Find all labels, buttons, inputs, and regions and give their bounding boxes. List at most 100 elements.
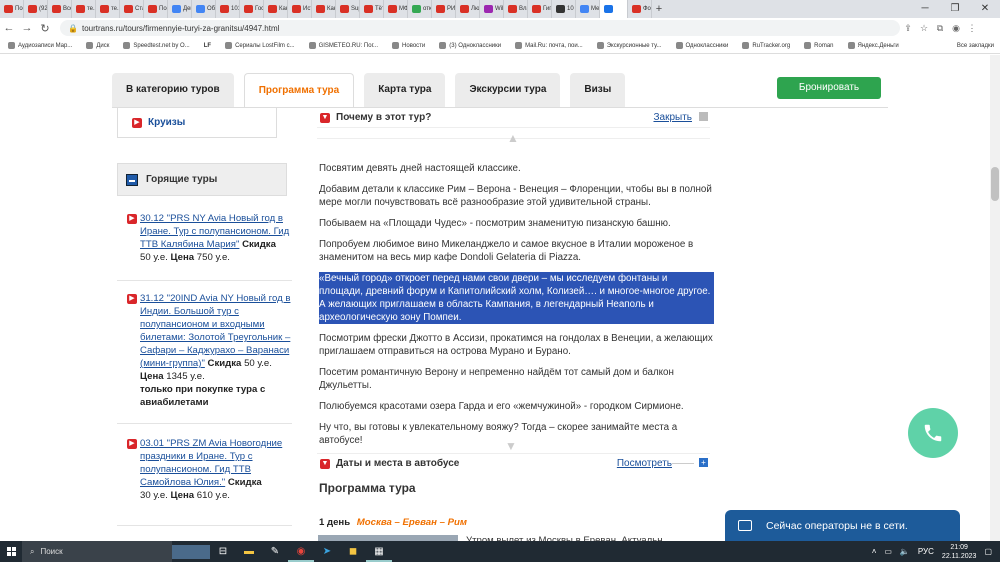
why-tour-header[interactable]: ▼ Почему в этот тур? Закрыть — [317, 108, 710, 128]
browser-tab[interactable]: Все — [48, 0, 72, 18]
browser-tab[interactable]: РИ — [432, 0, 456, 18]
bookmark-item[interactable]: Mail.Ru: почта, пои... — [515, 42, 583, 49]
bookmark-item[interactable]: Speedtest.net by O... — [123, 42, 190, 49]
close-window-icon[interactable]: ✕ — [970, 0, 1000, 18]
network-icon[interactable]: ▭ — [884, 547, 892, 556]
tab-excursions[interactable]: Экскурсии тура — [455, 73, 561, 107]
bookmark-item[interactable]: Экскурсионные ту... — [596, 42, 662, 49]
extensions-icon[interactable]: ⧉ — [932, 23, 948, 34]
bookmark-icon — [596, 42, 604, 49]
browser-tab[interactable]: Гос — [240, 0, 264, 18]
call-button[interactable] — [908, 408, 958, 458]
bookmark-item[interactable]: Сериалы LostFilm с... — [225, 42, 295, 49]
bookmark-item[interactable]: Roman — [804, 42, 834, 49]
browser-tab[interactable]: те.1 — [72, 0, 96, 18]
browser-tab[interactable] — [600, 0, 628, 18]
tab-program[interactable]: Программа тура — [243, 73, 355, 107]
chrome-icon[interactable]: ◉ — [288, 541, 314, 562]
browser-tab[interactable]: Ме — [576, 0, 600, 18]
bookmark-star-icon[interactable]: ☆ — [916, 23, 932, 34]
url-input[interactable]: 🔒 tourtrans.ru/tours/firmennyie-turyi-za… — [60, 20, 900, 36]
browser-tab[interactable]: Пос — [144, 0, 168, 18]
clock[interactable]: 21:09 22.11.2023 — [942, 543, 977, 561]
bookmark-item[interactable]: (3) Одноклассники — [439, 42, 501, 49]
browser-tab[interactable]: Фо — [628, 0, 652, 18]
share-icon[interactable]: ⇪ — [900, 23, 916, 34]
tab-visas[interactable]: Визы — [570, 73, 626, 107]
app-icon[interactable]: ✎ — [262, 541, 288, 562]
weather-widget[interactable] — [172, 544, 210, 559]
reload-icon[interactable]: ↻ — [36, 22, 54, 35]
notification-icon[interactable]: ▢ — [984, 547, 992, 556]
browser-tab[interactable]: 10 · — [552, 0, 576, 18]
browser-tab[interactable]: Дев — [168, 0, 192, 18]
browser-tab[interactable]: Sup — [336, 0, 360, 18]
minimize-icon[interactable]: ─ — [910, 0, 940, 18]
browser-tab[interactable]: Гиг — [528, 0, 552, 18]
browser-tab[interactable]: Wil — [480, 0, 504, 18]
browser-tab[interactable]: отк — [408, 0, 432, 18]
all-bookmarks-link[interactable]: Все закладки — [957, 38, 994, 53]
tab-favicon-icon — [364, 5, 373, 13]
volume-icon[interactable]: 🔈 — [900, 547, 910, 556]
language-indicator[interactable]: РУС — [918, 547, 934, 556]
new-tab-button[interactable]: + — [652, 3, 666, 15]
expand-icon[interactable]: + — [699, 458, 708, 467]
scrollbar-thumb[interactable] — [991, 167, 999, 201]
bookmark-item[interactable]: Аудиозаписи Мар... — [8, 42, 72, 49]
browser-tab[interactable]: Лю — [456, 0, 480, 18]
forward-icon[interactable]: → — [18, 22, 36, 34]
dates-header[interactable]: ▼ Даты и места в автобусе Посмотреть + — [317, 453, 710, 473]
tab-map[interactable]: Карта тура — [364, 73, 446, 107]
browser-tab[interactable]: Как — [312, 0, 336, 18]
cruises-item[interactable]: ▶ Круизы — [117, 108, 277, 138]
close-link[interactable]: Закрыть — [653, 112, 692, 123]
bookmark-item[interactable]: Яндекс.Деньги — [847, 42, 899, 49]
app-icon[interactable]: ◼ — [340, 541, 366, 562]
app-icon[interactable]: ▦ — [366, 541, 392, 562]
scrollbar[interactable] — [990, 55, 1000, 541]
tray-chevron-icon[interactable]: ˄ — [872, 547, 877, 556]
browser-tab[interactable]: Ист — [288, 0, 312, 18]
bookmark-item[interactable]: Одноклассники — [675, 42, 728, 49]
browser-tab[interactable]: 101 — [216, 0, 240, 18]
browser-tab[interactable]: (92) — [24, 0, 48, 18]
browser-tab[interactable]: Ста — [120, 0, 144, 18]
tab-category[interactable]: В категорию туров — [112, 73, 234, 107]
cruises-link[interactable]: Круизы — [148, 117, 185, 128]
browser-tab[interactable]: Пос — [0, 0, 24, 18]
task-view-icon[interactable]: ⊟ — [210, 541, 236, 562]
view-link[interactable]: Посмотреть — [617, 458, 672, 469]
browser-tab[interactable]: Как — [264, 0, 288, 18]
bookmark-item[interactable]: Новости — [392, 42, 425, 49]
book-button[interactable]: Бронировать — [777, 77, 881, 99]
bookmark-item[interactable]: GISMETEO.RU: Пог... — [308, 42, 378, 49]
chevron-up-icon[interactable]: ▲ — [505, 131, 521, 145]
profile-icon[interactable]: ◉ — [948, 23, 964, 34]
windows-start-icon[interactable] — [0, 547, 22, 556]
taskbar-search[interactable]: ⌕ Поиск — [22, 541, 172, 562]
hot-tour-item: ▶ 30.12 "PRS NY Avia Новый год в Иране. … — [127, 212, 292, 264]
chevron-down-icon[interactable]: ▼ — [505, 439, 517, 453]
clock-date: 22.11.2023 — [941, 552, 977, 560]
back-icon[interactable]: ← — [0, 22, 18, 34]
bookmark-lf-label[interactable]: LF — [204, 42, 211, 49]
chat-widget[interactable]: Сейчас операторы не в сети. — [725, 510, 960, 541]
maximize-icon[interactable]: ❐ — [940, 0, 970, 18]
file-explorer-icon[interactable]: ▬ — [236, 541, 262, 562]
browser-tab[interactable]: МФ — [384, 0, 408, 18]
close-box-icon[interactable] — [699, 112, 708, 121]
collapse-icon[interactable] — [126, 173, 138, 186]
bookmark-item[interactable]: RuTracker.org — [742, 42, 790, 49]
browser-tab[interactable]: Вла — [504, 0, 528, 18]
hot-tours-header[interactable]: Горящие туры — [117, 163, 287, 196]
tab-label: Гос — [255, 6, 264, 12]
tab-favicon-icon — [124, 5, 133, 13]
browser-tab[interactable]: Обз — [192, 0, 216, 18]
browser-tab[interactable]: те.К — [96, 0, 120, 18]
bookmark-item[interactable]: Диск — [86, 42, 109, 49]
telegram-icon[interactable]: ➤ — [314, 541, 340, 562]
tab-label: Все — [63, 6, 71, 12]
menu-icon[interactable]: ⋮ — [964, 23, 980, 34]
browser-tab[interactable]: Тёт — [360, 0, 384, 18]
